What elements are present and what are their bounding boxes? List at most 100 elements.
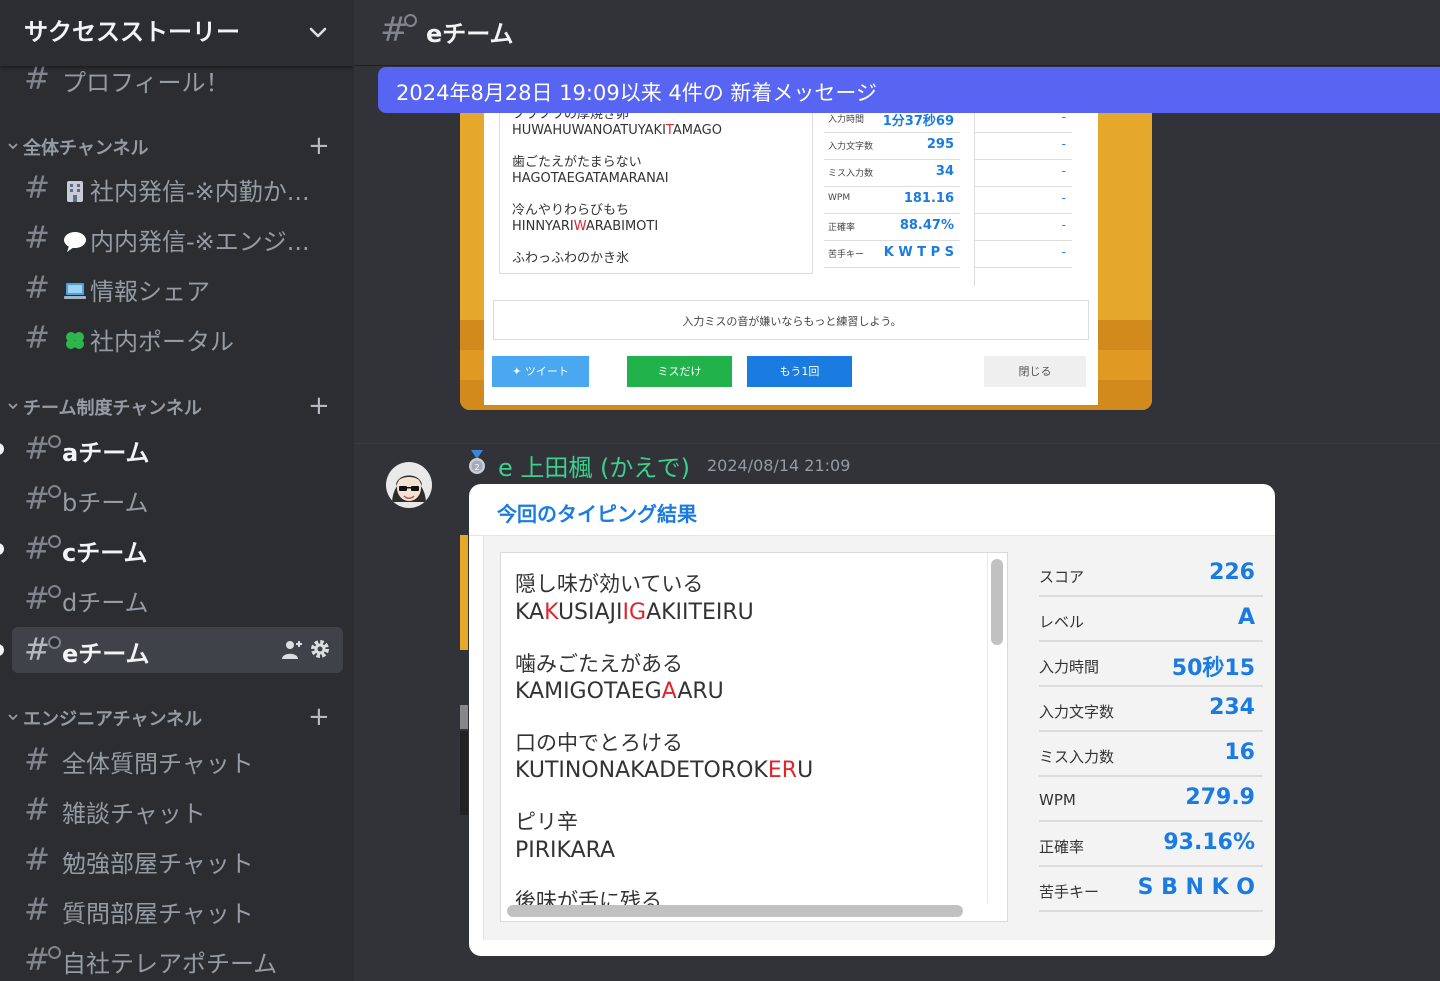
channel-label: dチーム <box>62 589 149 617</box>
hash-icon: # <box>24 170 50 206</box>
new-messages-text: 2024年8月28日 19:09以来 4件の 新着メッセージ <box>396 81 878 105</box>
word-jp: ピリ辛 <box>515 810 578 834</box>
channel-portal[interactable]: # 社内ポータル <box>12 315 343 361</box>
message-divider <box>354 443 1440 444</box>
hash-icon: # <box>24 270 50 306</box>
server-header[interactable]: サクセスストーリー <box>0 0 354 66</box>
channel-team-c[interactable]: # cチーム <box>0 526 343 572</box>
channel-team-b[interactable]: # bチーム <box>12 476 343 522</box>
laptop-icon <box>64 283 86 299</box>
bird-icon: ✦ <box>512 365 525 378</box>
hash-icon: # <box>24 320 50 356</box>
stat-row-misses: ミス入力数 16 <box>1039 732 1263 777</box>
channel-label: 社内発信-※内勤か... <box>90 178 310 206</box>
channel-label: 質問部屋チャット <box>62 900 254 928</box>
embed-body: 隠し味が効いている KAKUSIAJIIGAKIITEIRU 噛みごたえがある … <box>483 536 1275 940</box>
background-fragment <box>460 535 468 815</box>
server-name: サクセスストーリー <box>24 18 240 46</box>
stat-row-accuracy: 正確率 93.16% <box>1039 822 1263 867</box>
category-label: 全体チャンネル <box>23 138 149 159</box>
word-jp: 歯ごたえがたまらない <box>512 155 642 170</box>
typed-words-list[interactable]: 隠し味が効いている KAKUSIAJIIGAKIITEIRU 噛みごたえがある … <box>500 552 1008 922</box>
result-stats: スコア 226 レベル A 入力時間 50秒15 入力文字数 234 ミス入力数 16 W… <box>1039 552 1263 922</box>
unread-indicator <box>0 644 4 656</box>
channel-actions <box>280 637 336 663</box>
typed-words-list: フワフワの厚焼き卵 HUWAHUWANOATUYAKITAMAGO 歯ごたえがた… <box>499 106 813 274</box>
channel-label-wrap: 情報シェア <box>62 272 210 307</box>
tweet-button[interactable]: ✦ ツイート <box>492 356 589 387</box>
category-label: チーム制度チャンネル <box>23 398 202 419</box>
channel-label: aチーム <box>62 439 150 467</box>
thread-hash-icon: # <box>24 942 61 978</box>
svg-text:2: 2 <box>474 463 479 472</box>
gear-icon[interactable] <box>308 637 332 661</box>
thread-hash-icon: # <box>24 431 61 467</box>
channel-label: bチーム <box>62 489 149 517</box>
category-general[interactable]: 全体チャンネル + <box>6 131 336 161</box>
message-timestamp: 2024/08/14 21:09 <box>707 456 851 475</box>
channel-engineer-announce[interactable]: # 内内発信-※エンジ... <box>12 215 343 261</box>
channel-question-room[interactable]: # 質問部屋チャット <box>12 887 343 933</box>
word-romaji: PIRIKARA <box>515 838 616 863</box>
embed-title: 今回のタイピング結果 <box>497 502 697 526</box>
word-jp: ふわっふわのかき氷 <box>512 251 630 266</box>
author-name[interactable]: e 上田楓 (かえで) <box>498 448 690 483</box>
hash-icon: # <box>24 792 50 828</box>
channel-label: 勉強部屋チャット <box>62 850 254 878</box>
chevron-down-icon <box>309 27 327 38</box>
typing-result-embed-previous[interactable]: フワフワの厚焼き卵 HUWAHUWANOATUYAKITAMAGO 歯ごたえがた… <box>484 100 1098 405</box>
thread-hash-icon: # <box>24 632 61 668</box>
channel-teleapo-team[interactable]: # 自社テレアポチーム <box>12 937 343 981</box>
horizontal-scrollbar[interactable] <box>507 905 963 917</box>
typing-result-embed[interactable]: 今回のタイピング結果 隠し味が効いている KAKUSIAJIIGAKIITEIR… <box>469 484 1275 956</box>
add-channel-icon[interactable]: + <box>308 702 330 732</box>
channel-title: eチーム <box>426 20 514 48</box>
stat-row: 正確率 88.47% - <box>824 214 1090 241</box>
channel-label-wrap: 社内発信-※内勤か... <box>62 172 310 207</box>
word-jp: 冷んやりわらびもち <box>512 203 630 218</box>
advice-text: 入力ミスの音が嫌いならもっと練習しよう。 <box>682 315 902 328</box>
category-team[interactable]: チーム制度チャンネル + <box>6 391 336 421</box>
thread-hash-icon: # <box>24 531 61 567</box>
previous-stats: 入力時間 1分37秒69- 入力文字数 295- ミス入力数 34- WPM 181.1… <box>824 106 1090 286</box>
word-romaji: KAKUSIAJIIGAKIITEIRU <box>515 600 754 625</box>
thread-hash-icon: # <box>24 481 61 517</box>
stat-row-level: レベル A <box>1039 597 1263 642</box>
avatar[interactable] <box>386 462 432 508</box>
building-icon <box>67 181 83 202</box>
add-channel-icon[interactable]: + <box>308 131 330 161</box>
unread-indicator <box>0 543 4 555</box>
channel-label: 雑談チャット <box>62 800 206 828</box>
stat-row-weak-keys: 苦手キー S B N K O <box>1039 867 1263 912</box>
vertical-scrollbar[interactable] <box>991 559 1003 645</box>
chat-area: # eチーム 2024年8月28日 19:09以来 4件の 新着メッセージ フワ… <box>354 0 1440 981</box>
thread-hash-icon: # <box>380 10 417 50</box>
miss-only-button[interactable]: ミスだけ <box>627 356 732 387</box>
discord-window: サクセスストーリー # プロフィール！ 全体チャンネル + # 社内発信-※内勤… <box>0 0 1440 981</box>
channel-study-room[interactable]: # 勉強部屋チャット <box>12 837 343 883</box>
thread-hash-icon: # <box>24 581 61 617</box>
channel-info-share[interactable]: # 情報シェア <box>12 265 343 311</box>
medal-icon: 2 <box>469 450 485 474</box>
close-button[interactable]: 閉じる <box>984 356 1086 387</box>
scroll-track <box>987 553 988 903</box>
category-engineer[interactable]: エンジニアチャンネル + <box>6 702 336 732</box>
channel-team-e[interactable]: # eチーム <box>0 627 343 673</box>
channel-team-d[interactable]: # dチーム <box>12 576 343 622</box>
hash-icon: # <box>24 892 50 928</box>
channel-team-a[interactable]: # aチーム <box>0 426 343 472</box>
new-messages-bar[interactable]: 2024年8月28日 19:09以来 4件の 新着メッセージ <box>378 67 1440 113</box>
stat-row: ミス入力数 34- <box>824 160 1090 187</box>
embed-header: 今回のタイピング結果 <box>469 484 1275 536</box>
stat-row: WPM 181.16- <box>824 187 1090 214</box>
word-romaji: HINNYARIWARABIMOTI <box>512 219 659 234</box>
add-channel-icon[interactable]: + <box>308 391 330 421</box>
stat-row-wpm: WPM 279.9 <box>1039 777 1263 822</box>
channel-label: 社内ポータル <box>90 328 234 356</box>
channel-label: 自社テレアポチーム <box>62 950 278 978</box>
channel-general-question[interactable]: # 全体質問チャット <box>12 737 343 783</box>
channel-chat[interactable]: # 雑談チャット <box>12 787 343 833</box>
channel-internal-announce[interactable]: # 社内発信-※内勤か... <box>12 165 343 211</box>
retry-button[interactable]: もう1回 <box>747 356 852 387</box>
invite-member-icon[interactable] <box>280 639 304 661</box>
